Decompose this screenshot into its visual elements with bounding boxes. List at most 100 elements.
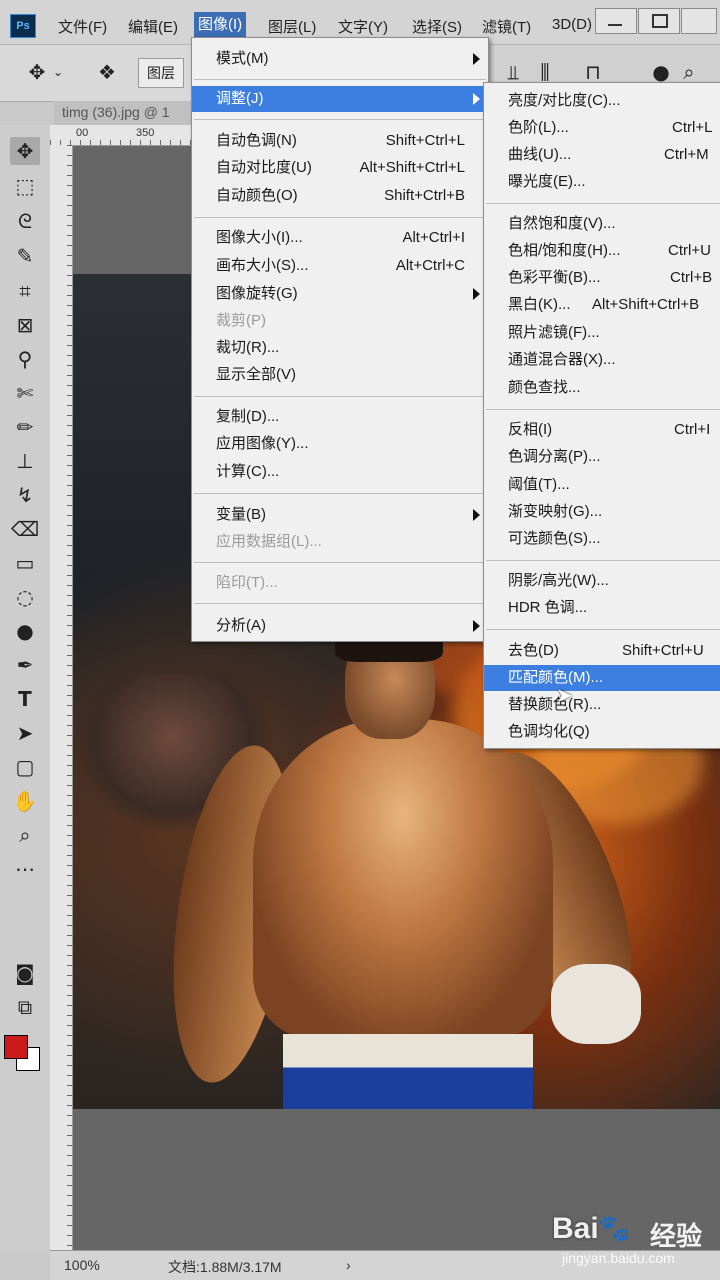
menu-item-auto-tone[interactable]: 自动色调(N) Shift+Ctrl+L	[192, 128, 488, 154]
menu-item-trap: 陷印(T)...	[216, 574, 278, 591]
screen-mode-icon[interactable]: ⧉	[10, 993, 40, 1021]
lasso-tool-icon[interactable]: ᘓ	[10, 207, 40, 235]
menu-item-match-color[interactable]: 匹配颜色(M)...	[484, 665, 720, 691]
eyedropper-tool-icon[interactable]: ⚲	[10, 345, 40, 373]
healing-tool-icon[interactable]: ✄	[10, 379, 40, 407]
rectangle-tool-icon[interactable]: ▢	[10, 753, 40, 781]
adjustments-submenu: 亮度/对比度(C)... 色阶(L)... Ctrl+L 曲线(U)... Ctrl…	[483, 82, 720, 749]
watermark-brand: Bai	[552, 1212, 599, 1245]
ruler-label: 00	[76, 127, 89, 139]
menu-item-exposure[interactable]: 曝光度(E)...	[484, 169, 720, 195]
menu-item-black-white[interactable]: 黑白(K)... Alt+Shift+Ctrl+B	[484, 292, 720, 318]
menu-item-invert[interactable]: 反相(I) Ctrl+I	[484, 417, 720, 443]
menu-item-hdr-toning[interactable]: HDR 色调...	[484, 595, 720, 621]
pen-tool-icon[interactable]: ✒	[10, 651, 40, 679]
image-menu: 模式(M) 调整(J) 自动色调(N) Shift+Ctrl+L 自动对比度(U)…	[191, 37, 489, 642]
menu-item-photo-filter[interactable]: 照片滤镜(F)...	[484, 320, 720, 346]
menu-item-threshold[interactable]: 阈值(T)...	[484, 472, 720, 498]
close-button[interactable]	[681, 8, 717, 34]
menu-edit[interactable]: 编辑(E)	[128, 16, 178, 37]
wrapped-fist	[551, 964, 641, 1044]
menu-item-color-lookup[interactable]: 颜色查找...	[484, 375, 720, 401]
menu-item-posterize[interactable]: 色调分离(P)...	[484, 444, 720, 470]
history-brush-icon[interactable]: ↯	[10, 481, 40, 509]
menu-layer[interactable]: 图层(L)	[268, 16, 316, 37]
more-tools-icon[interactable]: ⋯	[10, 855, 40, 883]
fighter-torso	[253, 719, 553, 1039]
menu-item-apply-image[interactable]: 应用图像(Y)...	[192, 431, 488, 457]
tools-panel: ✥ ⬚ ᘓ ✎ ⌗ ⊠ ⚲ ✄ ✏ ⊥ ↯ ⌫ ▭ ◌ ● ✒ T ➤ ▢ ✋ …	[0, 125, 51, 1250]
menu-file[interactable]: 文件(F)	[58, 16, 107, 37]
menu-filter[interactable]: 滤镜(T)	[482, 16, 531, 37]
menu-item-apply-data-set: 应用数据组(L)...	[216, 533, 322, 550]
menu-item-color-balance[interactable]: 色彩平衡(B)... Ctrl+B	[484, 265, 720, 291]
menu-item-image-size[interactable]: 图像大小(I)... Alt+Ctrl+I	[192, 225, 488, 251]
frame-tool-icon[interactable]: ⊠	[10, 311, 40, 339]
gradient-tool-icon[interactable]: ▭	[10, 549, 40, 577]
menu-item-equalize[interactable]: 色调均化(Q)	[484, 719, 720, 745]
menu-item-shadows-highlights[interactable]: 阴影/高光(W)...	[484, 568, 720, 594]
menu-item-brightness-contrast[interactable]: 亮度/对比度(C)...	[484, 88, 720, 114]
menu-item-auto-contrast[interactable]: 自动对比度(U) Alt+Shift+Ctrl+L	[192, 155, 488, 181]
auto-select-icon[interactable]: ❖	[92, 58, 122, 86]
menu-item-vibrance[interactable]: 自然饱和度(V)...	[484, 211, 720, 237]
fighter-shorts	[283, 1034, 533, 1109]
blur-tool-icon[interactable]: ◌	[10, 583, 40, 611]
chevron-down-icon[interactable]: ⌄	[48, 58, 68, 86]
quick-mask-icon[interactable]: ◙	[10, 959, 40, 987]
dodge-tool-icon[interactable]: ●	[10, 617, 40, 645]
eraser-tool-icon[interactable]: ⌫	[10, 515, 40, 543]
document-info: 文档:1.88M/3.17M	[168, 1259, 282, 1275]
menu-item-duplicate[interactable]: 复制(D)...	[192, 404, 488, 430]
foreground-color-swatch[interactable]	[4, 1035, 28, 1059]
menu-select[interactable]: 选择(S)	[412, 16, 462, 37]
menu-type[interactable]: 文字(Y)	[338, 16, 388, 37]
hand-tool-icon[interactable]: ✋	[10, 787, 40, 815]
menu-3d[interactable]: 3D(D)	[552, 16, 592, 33]
stamp-tool-icon[interactable]: ⊥	[10, 447, 40, 475]
menu-item-curves[interactable]: 曲线(U)... Ctrl+M	[484, 142, 720, 168]
menu-item-desaturate[interactable]: 去色(D) Shift+Ctrl+U	[484, 638, 720, 664]
menu-item-canvas-size[interactable]: 画布大小(S)... Alt+Ctrl+C	[192, 253, 488, 279]
zoom-tool-icon[interactable]: ⌕	[10, 821, 40, 849]
layer-dropdown[interactable]: 图层	[138, 58, 184, 88]
submenu-arrow-icon	[473, 93, 480, 105]
menu-item-trim[interactable]: 裁切(R)...	[192, 335, 488, 361]
menu-item-image-rotation[interactable]: 图像旋转(G)	[192, 281, 488, 307]
path-select-icon[interactable]: ➤	[10, 719, 40, 747]
marquee-tool-icon[interactable]: ⬚	[10, 172, 40, 200]
menu-item-mode[interactable]: 模式(M)	[192, 46, 488, 72]
watermark-brand-cn: 经验	[650, 1222, 703, 1252]
move-tool-icon[interactable]: ✥	[10, 137, 40, 165]
submenu-arrow-icon	[473, 288, 480, 300]
menu-item-variables[interactable]: 变量(B)	[192, 502, 488, 528]
menu-item-adjustments[interactable]: 调整(J)	[192, 86, 488, 112]
menu-item-replace-color[interactable]: 替换颜色(R)...	[484, 692, 720, 718]
mouse-pointer-icon: ➤	[556, 683, 573, 707]
minimize-button[interactable]	[595, 8, 637, 34]
menu-item-levels[interactable]: 色阶(L)... Ctrl+L	[484, 115, 720, 141]
zoom-level[interactable]: 100%	[64, 1257, 100, 1273]
watermark-url: jingyan.baidu.com	[562, 1250, 675, 1266]
menu-item-auto-color[interactable]: 自动颜色(O) Shift+Ctrl+B	[192, 183, 488, 209]
crop-tool-icon[interactable]: ⌗	[10, 277, 40, 305]
photoshop-window: Ps 文件(F) 编辑(E) 图像(I) 图层(L) 文字(Y) 选择(S) 滤…	[0, 0, 720, 1280]
quick-select-tool-icon[interactable]: ✎	[10, 242, 40, 270]
menu-item-channel-mixer[interactable]: 通道混合器(X)...	[484, 347, 720, 373]
brush-tool-icon[interactable]: ✏	[10, 413, 40, 441]
menu-item-selective-color[interactable]: 可选颜色(S)...	[484, 526, 720, 552]
menu-item-reveal-all[interactable]: 显示全部(V)	[192, 362, 488, 388]
ruler-label: 350	[136, 127, 155, 139]
type-tool-icon[interactable]: T	[10, 685, 40, 713]
submenu-arrow-icon	[473, 53, 480, 65]
menu-image[interactable]: 图像(I)	[194, 12, 247, 38]
submenu-arrow-icon	[473, 509, 480, 521]
maximize-button[interactable]	[638, 8, 680, 34]
paw-icon: 🐾	[598, 1214, 631, 1244]
status-arrow-icon[interactable]: ›	[346, 1257, 351, 1273]
document-tab[interactable]: timg (36).jpg @ 1	[62, 104, 170, 120]
menu-item-calculations[interactable]: 计算(C)...	[192, 459, 488, 485]
menu-item-gradient-map[interactable]: 渐变映射(G)...	[484, 499, 720, 525]
menu-item-hue-saturation[interactable]: 色相/饱和度(H)... Ctrl+U	[484, 238, 720, 264]
menu-item-analysis[interactable]: 分析(A)	[192, 613, 488, 639]
